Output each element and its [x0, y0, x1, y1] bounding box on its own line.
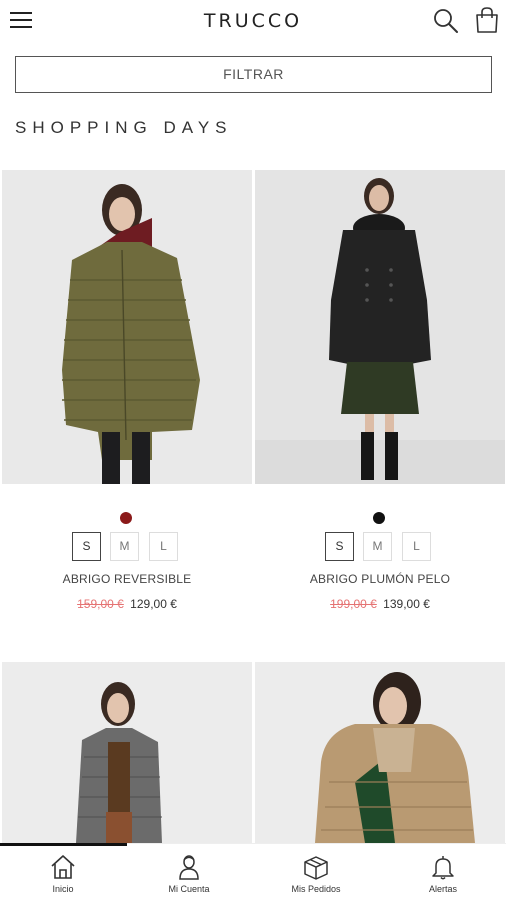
nav-alertas[interactable]: Alertas [380, 844, 506, 900]
old-price: 199,00 € [330, 597, 377, 611]
product-name[interactable]: ABRIGO REVERSIBLE [2, 572, 252, 586]
search-icon[interactable] [432, 7, 460, 35]
nav-label: Inicio [52, 884, 74, 894]
product-name[interactable]: ABRIGO PLUMÓN PELO [255, 572, 505, 586]
nav-label: Mi Cuenta [168, 884, 210, 894]
active-tab-indicator [0, 843, 127, 846]
filter-button[interactable]: FILTRAR [15, 56, 492, 93]
app-header: TRUCCO [0, 0, 506, 44]
bell-icon [432, 856, 454, 880]
size-option-l[interactable]: L [402, 532, 431, 561]
product-image[interactable] [255, 662, 505, 843]
size-option-m[interactable]: M [363, 532, 392, 561]
home-icon [51, 855, 75, 879]
user-icon [179, 855, 199, 880]
product-image[interactable] [2, 170, 252, 484]
sale-price: 129,00 € [130, 597, 177, 611]
nav-label: Mis Pedidos [291, 884, 341, 894]
size-option-s[interactable]: S [72, 532, 101, 561]
nav-mi-cuenta[interactable]: Mi Cuenta [126, 844, 252, 900]
size-option-s[interactable]: S [325, 532, 354, 561]
price-row: 159,00 € 129,00 € [2, 597, 252, 611]
color-swatch-burgundy[interactable] [120, 512, 132, 524]
bottom-navigation: Inicio Mi Cuenta Mis Pedidos Alertas [0, 843, 506, 900]
nav-mis-pedidos[interactable]: Mis Pedidos [253, 844, 379, 900]
product-image[interactable] [255, 170, 505, 484]
sale-price: 139,00 € [383, 597, 430, 611]
size-option-l[interactable]: L [149, 532, 178, 561]
size-option-m[interactable]: M [110, 532, 139, 561]
nav-label: Alertas [428, 884, 457, 894]
section-title: SHOPPING DAYS [15, 118, 233, 137]
brand-logo[interactable]: TRUCCO [0, 10, 506, 32]
color-swatch-black[interactable] [373, 512, 385, 524]
nav-inicio[interactable]: Inicio [0, 844, 126, 900]
shopping-bag-icon[interactable] [474, 6, 500, 34]
old-price: 159,00 € [77, 597, 124, 611]
product-image[interactable] [2, 662, 252, 843]
package-icon [304, 856, 328, 880]
price-row: 199,00 € 139,00 € [255, 597, 505, 611]
